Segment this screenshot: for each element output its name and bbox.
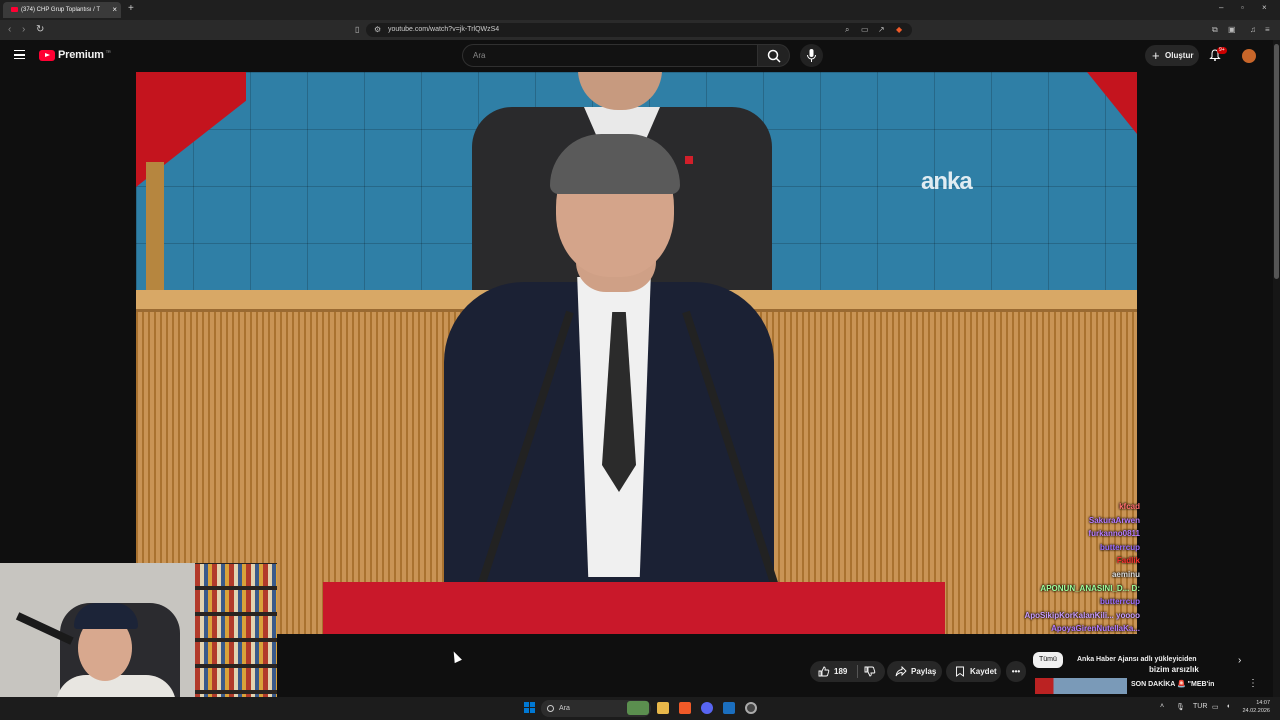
network-icon[interactable]: ▭	[1212, 703, 1219, 711]
new-tab-button[interactable]: +	[128, 3, 134, 14]
chat-message: furkanno0811	[1088, 529, 1140, 539]
search-input[interactable]: Ara	[462, 44, 758, 67]
url-text: youtube.com/watch?v=jk-TrlQWzS4	[388, 26, 500, 33]
volume-icon[interactable]: ◖	[1226, 703, 1230, 710]
share-label: Paylaş	[911, 667, 937, 676]
browser-tab-strip: (374) CHP Grup Toplantısı / T × + – ▫ ×	[0, 0, 1280, 20]
webcam-person-cap	[74, 603, 138, 629]
share-page-icon[interactable]: ↗	[878, 25, 885, 34]
windows-taskbar: Ara ˄ 🎙 TUR ▭ ◖ 14:07 24.02.2026	[0, 697, 1280, 720]
dislike-icon[interactable]	[864, 666, 876, 677]
shield-icon[interactable]: ◆	[896, 25, 902, 34]
related-video-item[interactable]: SON DAKİKA 🚨 "MEB'in ⋮	[1035, 678, 1275, 694]
save-label: Kaydet	[970, 667, 997, 676]
chip-caption: bizim arsızlık	[1149, 665, 1199, 674]
tab-close-icon[interactable]: ×	[112, 2, 117, 18]
chevron-right-icon[interactable]: ›	[1238, 655, 1241, 666]
extensions-icon[interactable]: ⧉	[1212, 25, 1218, 35]
back-icon[interactable]: ‹	[8, 24, 11, 35]
youtube-logo-icon[interactable]	[39, 50, 55, 61]
cast-icon[interactable]: ▭	[861, 25, 869, 34]
more-actions-button[interactable]: •••	[1006, 661, 1026, 682]
obs-icon[interactable]	[745, 702, 757, 714]
menu-icon[interactable]: ≡	[1265, 25, 1270, 34]
steam-icon[interactable]	[723, 702, 735, 714]
red-lectern	[323, 582, 945, 634]
wood-column	[146, 162, 164, 302]
like-count[interactable]: 189	[834, 661, 847, 682]
chat-message: Fadlik	[1116, 556, 1140, 566]
chat-message: APONUN_ANASINI_D... D:	[1040, 583, 1140, 593]
like-icon[interactable]	[818, 666, 830, 677]
microphone-icon	[807, 49, 816, 62]
input-language[interactable]: TUR	[1193, 703, 1207, 710]
voice-search-button[interactable]	[800, 44, 823, 67]
address-toolbar: ‹ › ↻ ▯ ⚙ youtube.com/watch?v=jk-TrlQWzS…	[0, 20, 1280, 40]
wallet-icon[interactable]: ▣	[1228, 25, 1236, 34]
browser-tab[interactable]: (374) CHP Grup Toplantısı / T ×	[3, 2, 121, 18]
youtube-header: PremiumTR Ara Oluştur 9+	[0, 40, 1280, 72]
account-avatar[interactable]	[1242, 49, 1256, 63]
minimize-button[interactable]: –	[1219, 3, 1223, 12]
share-icon	[895, 666, 907, 677]
widgets-icon[interactable]	[627, 701, 649, 715]
clock-time: 14:07	[1256, 700, 1270, 706]
site-info-icon[interactable]: ⚙	[374, 23, 381, 37]
related-title[interactable]: SON DAKİKA 🚨 "MEB'in	[1131, 680, 1214, 688]
brand-text: Premium	[58, 49, 104, 61]
region-code: TR	[105, 49, 111, 55]
forward-icon[interactable]: ›	[22, 24, 25, 35]
close-window-button[interactable]: ×	[1262, 3, 1267, 12]
chat-message: kfcad	[1119, 502, 1140, 511]
lapel-pin	[685, 156, 693, 164]
tray-chevron-icon[interactable]: ˄	[1160, 703, 1164, 710]
media-icon[interactable]: ♫	[1250, 25, 1256, 34]
share-button[interactable]: Paylaş	[887, 661, 942, 682]
chat-message: aeminu	[1111, 569, 1140, 579]
brave-browser-icon[interactable]	[679, 702, 691, 714]
windows-start-icon[interactable]	[524, 702, 535, 713]
premium-brand[interactable]: Premium TR	[58, 49, 111, 61]
maximize-button[interactable]: ▫	[1241, 3, 1244, 12]
create-button[interactable]: Oluştur	[1145, 45, 1199, 66]
related-thumbnail[interactable]	[1035, 678, 1127, 694]
like-dislike-group: 189	[810, 661, 885, 682]
chip-all[interactable]: Tümü	[1033, 652, 1063, 668]
save-button[interactable]: Kaydet	[946, 661, 1001, 682]
bookmark-save-icon	[956, 666, 964, 677]
discord-icon[interactable]	[701, 702, 713, 714]
reload-icon[interactable]: ↻	[36, 24, 44, 35]
guide-menu-icon[interactable]	[14, 50, 25, 59]
search-icon	[767, 49, 781, 63]
kebab-menu-icon[interactable]: ⋮	[1248, 678, 1258, 689]
video-player[interactable]: anka	[136, 72, 1137, 634]
like-divider	[857, 665, 858, 678]
chat-message: butterrcup	[1100, 597, 1140, 607]
scrollbar-thumb[interactable]	[1274, 44, 1279, 279]
chat-message: SakuraArwen	[1088, 515, 1140, 525]
taskbar-clock[interactable]: 14:07 24.02.2026	[1240, 699, 1270, 715]
anka-watermark: anka	[921, 168, 973, 195]
tab-title: (374) CHP Grup Toplantısı / T	[21, 7, 101, 13]
youtube-favicon-icon	[11, 6, 18, 12]
chat-message: ApoSikipKorKalanKili... yoooo	[1024, 610, 1140, 620]
bookmark-icon[interactable]: ▯	[355, 25, 359, 34]
notification-badge: 9+	[1217, 47, 1227, 54]
url-field[interactable]: ⚙ youtube.com/watch?v=jk-TrlQWzS4	[366, 23, 912, 37]
search-button[interactable]	[757, 44, 790, 67]
chat-message: butterrcup	[1100, 542, 1140, 552]
clock-date: 24.02.2026	[1242, 708, 1270, 714]
file-explorer-icon[interactable]	[657, 702, 669, 714]
tray-mic-icon[interactable]: 🎙	[1176, 703, 1185, 711]
zoom-icon[interactable]: ⌕	[845, 25, 849, 35]
